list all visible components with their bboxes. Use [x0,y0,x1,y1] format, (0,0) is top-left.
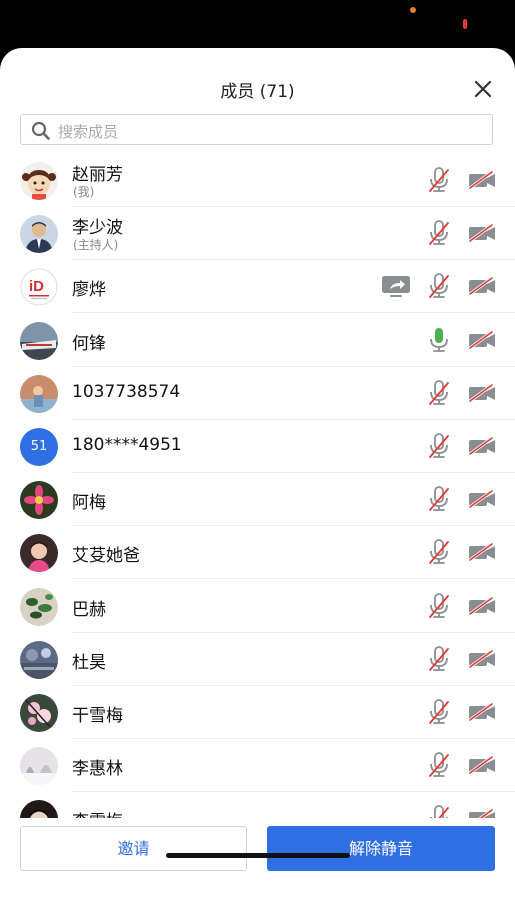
member-name: 廖烨 [72,280,106,301]
camera-off-icon [469,436,495,456]
mic-muted-icon [429,486,449,512]
mic-muted-icon [430,805,449,818]
member-row[interactable]: 巴赫 [0,580,515,633]
camera-off-icon [469,170,495,190]
screen-share-icon [382,276,410,298]
cartoon-girl-avatar [20,162,58,200]
search-input[interactable]: 搜索成员 [20,114,493,145]
member-name: 艾芟她爸 [72,546,140,567]
man-portrait-avatar [20,215,58,254]
member-name: 180****4951 [72,435,182,455]
camera-off-icon [469,596,495,615]
member-role: (我) [73,185,95,199]
member-name: 巴赫 [72,599,106,620]
member-row[interactable]: 何锋 [0,314,515,367]
member-name: 干雪梅 [72,706,123,726]
mic-muted-icon [429,592,449,618]
mic-muted-icon [429,433,449,458]
page-title: 成员 (71) [220,82,295,102]
camera-off-icon [469,755,495,775]
flower-photo-avatar [20,481,58,520]
member-row[interactable]: 杜昊 [0,633,515,686]
camera-off-icon [469,489,495,509]
camera-off-icon [469,383,495,403]
close-icon[interactable] [472,78,494,100]
child-photo-avatar [20,534,58,573]
landscape-photo-avatar [20,640,58,679]
member-name: 李少波 [72,218,123,239]
member-row[interactable]: 51 180****4951 [0,420,515,473]
mic-muted-icon [429,645,449,671]
mic-active-icon [430,327,448,352]
camera-off-icon [469,543,495,562]
search-placeholder: 搜索成员 [58,123,119,141]
portrait-photo-avatar [20,800,58,818]
id-logo-avatar: iD [20,268,58,307]
member-name: 赵丽芳 [72,165,123,185]
number-avatar: 51 [20,428,58,466]
search-icon [31,121,50,140]
blossom-photo-avatar [20,694,58,732]
member-name: 何锋 [72,333,106,354]
camera-off-icon [469,277,495,296]
camera-off-icon [469,330,495,349]
camera-off-icon [469,649,495,669]
camera-off-icon [469,809,495,818]
member-row[interactable]: 赵丽芳 (我) [0,154,515,207]
outdoor-photo-avatar [20,374,58,413]
member-row[interactable]: 李少波 (主持人) [0,207,515,261]
member-name: 李惠林 [72,759,123,780]
invite-button[interactable]: 邀请 [20,826,247,871]
snow-photo-avatar [20,747,58,786]
mic-muted-icon [429,167,449,192]
member-row[interactable]: 1037738574 [0,367,515,420]
member-row[interactable]: 李雪梅 [0,792,515,818]
member-row[interactable]: 李惠林 [0,739,515,793]
member-name: 阿梅 [72,493,106,514]
home-indicator[interactable] [166,853,350,858]
plant-photo-avatar [20,587,58,626]
mic-muted-icon [429,220,449,246]
members-sheet: 成员 (71) 搜索成员 赵丽芳 (我) 李少波 (主持人) iD 廖烨 何锋 … [0,48,515,914]
mic-muted-icon [429,699,449,724]
mic-muted-icon [429,273,449,299]
mic-muted-icon [429,752,449,778]
member-role: (主持人) [73,238,119,253]
camera-off-icon [469,702,495,722]
member-row[interactable]: 艾芟她爸 [0,526,515,580]
member-name: 杜昊 [72,652,106,673]
mic-muted-icon [429,379,449,405]
member-name: 李雪梅 [72,807,123,818]
member-row[interactable]: 阿梅 [0,473,515,527]
action-bar: 邀请 解除静音 [0,818,515,914]
member-row[interactable]: iD 廖烨 [0,260,515,314]
privacy-indicator-dot [410,7,416,13]
member-name: 1037738574 [72,381,181,402]
recording-indicator [463,19,467,29]
train-photo-avatar [20,321,58,360]
member-list[interactable]: 赵丽芳 (我) 李少波 (主持人) iD 廖烨 何锋 1037738574 51… [0,154,515,818]
svg-text:iD: iD [29,278,44,295]
unmute-all-button[interactable]: 解除静音 [267,826,495,871]
mic-muted-icon [429,539,449,565]
member-row[interactable]: 干雪梅 [0,686,515,739]
camera-off-icon [469,223,495,243]
